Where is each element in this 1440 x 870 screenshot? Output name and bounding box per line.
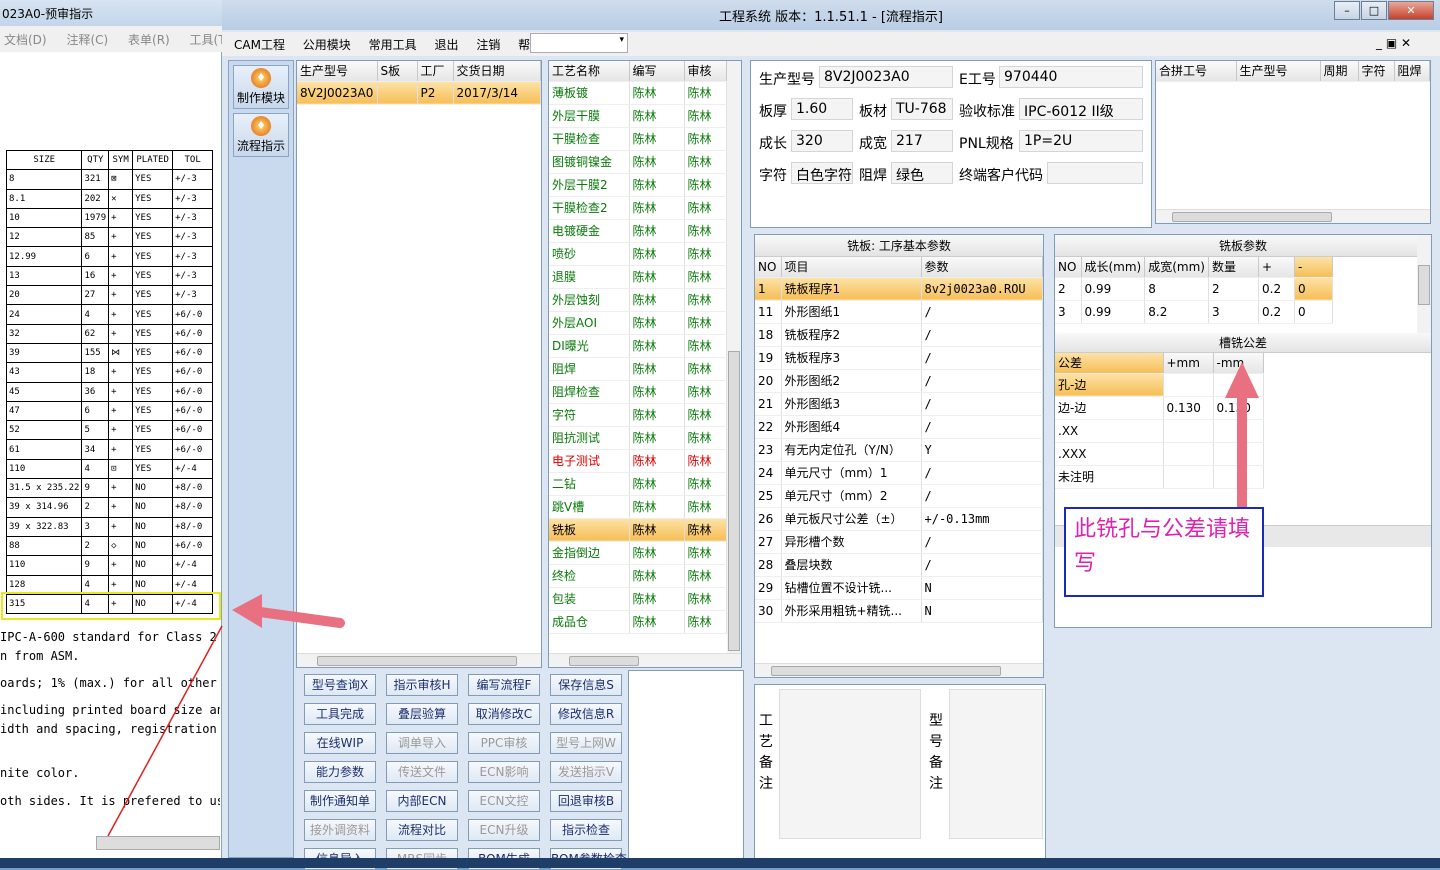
left-arrow-head <box>232 594 262 628</box>
taskbar <box>0 858 1440 868</box>
annotation-arrows <box>107 362 1259 837</box>
up-arrow-head <box>1225 362 1259 398</box>
annotation-note: 此铣孔与公差请填写 <box>1064 507 1264 597</box>
left-arrow-shaft <box>255 607 345 628</box>
red-pointer-line <box>107 625 223 837</box>
